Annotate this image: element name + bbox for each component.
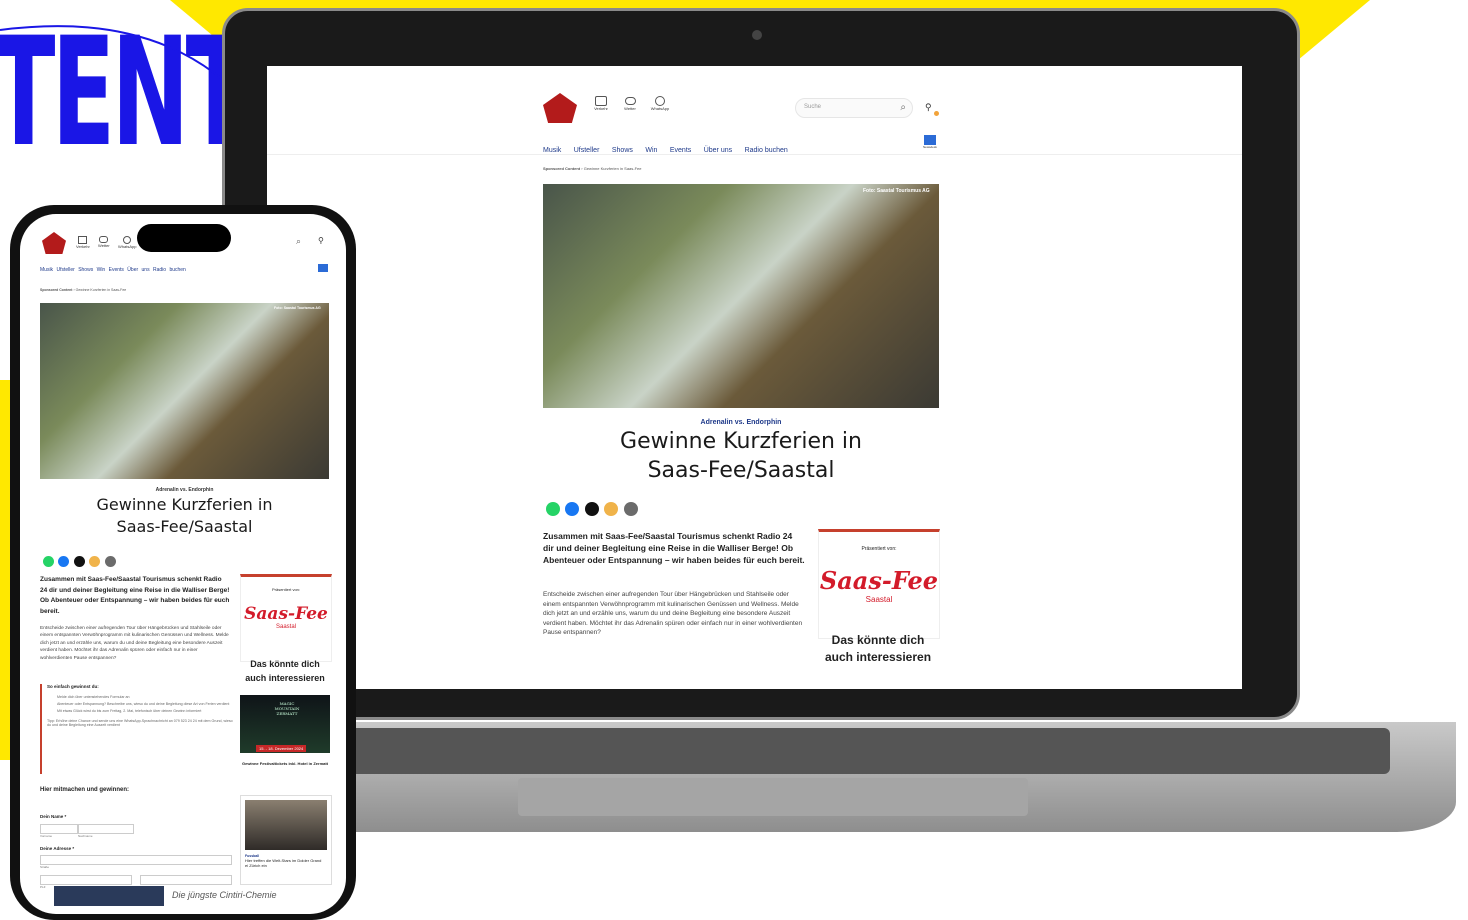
- whatsapp-icon: [655, 96, 665, 106]
- facebook-share-icon[interactable]: [565, 502, 580, 516]
- email-share-icon[interactable]: [604, 502, 619, 516]
- header-icon-wetter[interactable]: Wetter: [620, 96, 640, 111]
- bottom-teaser[interactable]: Die jüngste Cintiri-Chemie: [172, 890, 277, 900]
- whatsapp-share-icon[interactable]: [546, 502, 560, 516]
- address-label: Deine Adresse *: [40, 846, 75, 851]
- last-name-field[interactable]: [78, 824, 134, 834]
- user-icon[interactable]: ⚲: [925, 102, 932, 113]
- photo-credit: Foto: Saastal Tourismus AG: [863, 188, 930, 194]
- street-label: Straße: [40, 865, 50, 869]
- dynamic-island: [137, 224, 231, 252]
- first-name-field[interactable]: [40, 824, 78, 834]
- mobile-related-heading: Das könnte dich auch interessieren: [245, 659, 325, 683]
- newsdesk-icon: [923, 135, 936, 145]
- how-to-box: So einfach gewinnst du: Melde dich über …: [40, 684, 237, 774]
- article-lead: Zusammen mit Saas-Fee/Saastal Tourismus …: [543, 531, 805, 565]
- nav-ufsteller[interactable]: Ufsteller: [574, 147, 600, 154]
- mobile-sponsor-box[interactable]: Präsentiert von: Saas-Fee Saastal: [240, 574, 332, 662]
- related-card-football[interactable]: Fussball Hier treffen die Welt-Stars im …: [240, 795, 332, 885]
- facebook-share-icon[interactable]: [58, 556, 70, 567]
- search-icon: ⌕: [900, 102, 906, 113]
- car-icon: [595, 96, 607, 106]
- nav-ueber-uns[interactable]: Über uns: [704, 147, 732, 154]
- mobile-user-icon[interactable]: ⚲: [318, 236, 324, 245]
- nav-win[interactable]: Win: [645, 147, 657, 154]
- sponsor-logo: Saas-Fee: [819, 566, 939, 595]
- mobile-breadcrumb: Sponsored Content › Gewinne Kurzferien i…: [40, 288, 127, 292]
- x-share-icon[interactable]: [73, 556, 85, 567]
- mobile-sponsor-logo: Saas-Fee: [244, 604, 328, 624]
- cloud-icon: [624, 97, 636, 105]
- search-input[interactable]: Suche ⌕: [795, 98, 913, 118]
- how-to-step: Melde dich über untenstehendes Formular …: [57, 695, 130, 699]
- mobile-header-icon-verkehr[interactable]: Verkehr: [76, 236, 90, 249]
- related-card-festival[interactable]: MAGIC MOUNTAIN ZERMATT 15. - 18. Dezembe…: [240, 695, 330, 785]
- x-share-icon[interactable]: [584, 502, 599, 516]
- mobile-header-icon-wetter[interactable]: Wetter: [98, 236, 110, 248]
- plz-label: PLZ: [40, 885, 46, 889]
- mobile-header-icon-whatsapp[interactable]: WhatsApp: [118, 236, 136, 249]
- keyboard: [330, 728, 1390, 774]
- nav-musik[interactable]: Musik: [543, 147, 561, 154]
- cloud-icon: [99, 236, 109, 243]
- nav-radio-buchen[interactable]: Radio buchen: [745, 147, 788, 154]
- header-icon-whatsapp[interactable]: WhatsApp: [647, 96, 673, 111]
- whatsapp-share-icon[interactable]: [43, 556, 54, 567]
- car-icon: [78, 236, 88, 244]
- breadcrumb: Sponsored Content › Gewinne Kurzferien i…: [543, 166, 642, 171]
- football-image: [245, 800, 327, 850]
- mobile-title: Gewinne Kurzferien in Saas-Fee/Saastal: [96, 495, 273, 536]
- mobile-lead: Zusammen mit Saas-Fee/Saastal Tourismus …: [40, 576, 230, 615]
- mobile-site-logo[interactable]: [42, 232, 66, 254]
- mobile-hero-image: [40, 303, 329, 479]
- festival-image: MAGIC MOUNTAIN ZERMATT 15. - 18. Dezembe…: [240, 695, 330, 753]
- how-to-step: Mit etwas Glück wirst du bis zum Freitag…: [57, 709, 202, 713]
- nav-shows[interactable]: Shows: [612, 147, 633, 154]
- trackpad[interactable]: [518, 778, 1028, 816]
- mobile-body: Entscheide zwischen einer aufregenden To…: [40, 626, 229, 661]
- related-heading: Das könnte dich auch interessieren: [824, 633, 932, 664]
- nav-events[interactable]: Events: [670, 147, 691, 154]
- how-to-step: Abenteuer oder Entspannung? Beschreibe u…: [57, 702, 230, 706]
- last-name-label: Nachname: [78, 834, 93, 838]
- mobile-search-icon[interactable]: ⌕: [296, 236, 301, 247]
- article-title: Gewinne Kurzferien in Saas-Fee/Saastal: [620, 429, 862, 483]
- hero-image: [543, 184, 939, 408]
- site-logo[interactable]: [543, 93, 577, 123]
- name-label: Dein Name *: [40, 814, 67, 819]
- first-name-label: Vorname: [40, 834, 53, 838]
- phone-screen: Verkehr Wetter WhatsApp ⌕ ⚲ Musik Ufstel…: [20, 214, 346, 914]
- email-share-icon[interactable]: [89, 556, 101, 567]
- whatsapp-icon: [123, 236, 132, 244]
- mobile-nav: Musik Ufsteller Shows Win Events Über un…: [40, 267, 186, 273]
- sponsor-box[interactable]: Präsentiert von: Saas-Fee Saastal: [818, 529, 940, 639]
- laptop-screen: Verkehr Wetter WhatsApp Suche ⌕ ⚲ Musik …: [267, 66, 1242, 689]
- mobile-kicker: Adrenalin vs. Endorphin: [155, 487, 214, 493]
- newsdesk-button[interactable]: Newsdesk: [923, 135, 937, 149]
- share-buttons: [546, 502, 638, 521]
- article-body: Entscheide zwischen einer aufregenden To…: [543, 591, 803, 637]
- mobile-photo-credit: Foto: Saastal Tourismus AG: [274, 306, 321, 310]
- form-heading: Hier mitmachen und gewinnen:: [40, 787, 130, 793]
- street-field[interactable]: [40, 855, 232, 865]
- camera-icon: [752, 30, 762, 40]
- ort-field[interactable]: [140, 875, 232, 885]
- mobile-share-buttons: [43, 554, 116, 572]
- plz-field[interactable]: [40, 875, 132, 885]
- notification-dot: [934, 111, 939, 116]
- breadcrumb-section[interactable]: Sponsored Content: [543, 166, 580, 171]
- sms-share-icon[interactable]: [623, 502, 638, 516]
- article-kicker: Adrenalin vs. Endorphin: [700, 419, 782, 426]
- header-icon-verkehr[interactable]: Verkehr: [591, 96, 611, 111]
- mobile-newsdesk-icon[interactable]: [318, 264, 328, 272]
- how-to-tip: Tipp: Erhöhe deine Chance und sende uns …: [47, 719, 233, 727]
- bottom-teaser-image: [54, 886, 164, 906]
- sms-share-icon[interactable]: [104, 556, 116, 567]
- header-divider: [267, 154, 1242, 155]
- breadcrumb-current: Gewinne Kurzferien in Saas-Fee: [583, 166, 642, 171]
